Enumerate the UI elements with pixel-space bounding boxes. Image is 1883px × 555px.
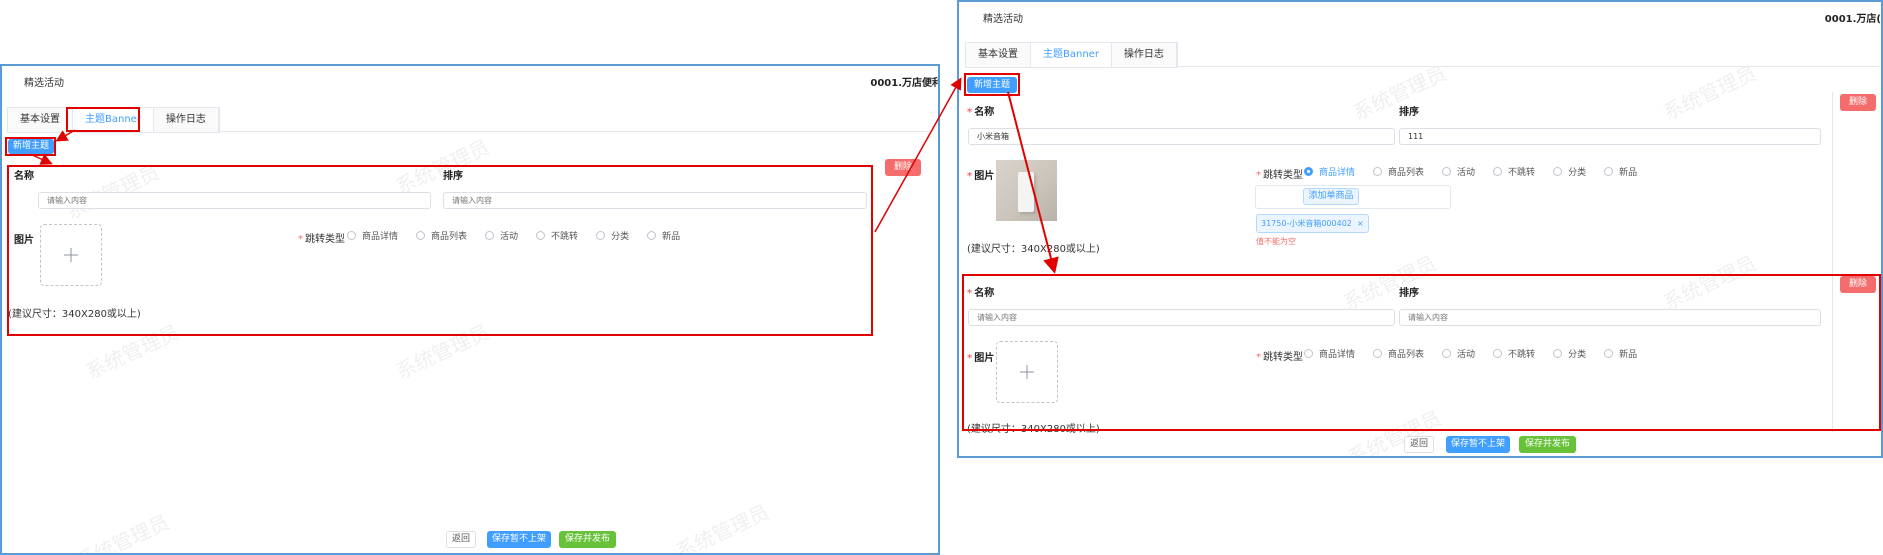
arrow-to-new-theme xyxy=(1007,91,1059,274)
annotation-arrows xyxy=(29,77,1059,274)
arrow-to-right-panel xyxy=(874,77,962,233)
arrow-tab-to-add xyxy=(55,129,76,142)
arrow-add-to-form xyxy=(29,153,53,165)
